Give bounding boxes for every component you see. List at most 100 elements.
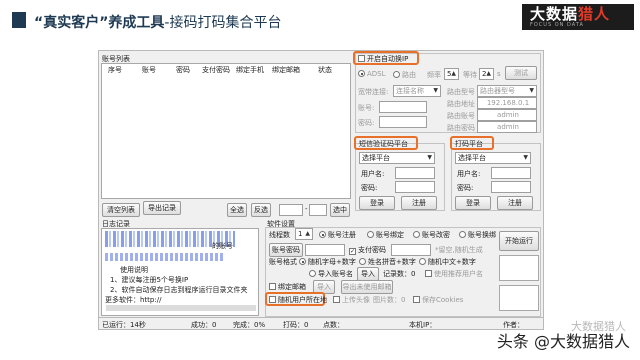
status-run-time: 已运行：14秒 bbox=[102, 321, 146, 329]
upload-avatar-checkbox[interactable]: 上传头像 bbox=[333, 295, 370, 305]
broadband-label: 宽带连接: bbox=[358, 88, 389, 96]
auto-ip-checkbox[interactable]: 开启自动换IP bbox=[358, 54, 408, 64]
captcha-password-label: 密码: bbox=[457, 184, 474, 192]
redacted-log-text bbox=[105, 253, 225, 261]
sms-login-button[interactable]: 登录 bbox=[359, 196, 395, 210]
fmt-pinyin-radio[interactable]: 姓名拼音+数字 bbox=[359, 257, 416, 267]
title-accent-bar bbox=[12, 12, 26, 28]
radio-icon bbox=[359, 258, 366, 265]
log-line: 1、建议每注册5个号换IP bbox=[110, 276, 189, 284]
router-account-label: 路由账号 bbox=[447, 112, 475, 120]
checkbox-icon: ✓ bbox=[349, 248, 356, 255]
log-line: 使用说明 bbox=[120, 266, 148, 274]
status-points: 点数： bbox=[323, 321, 344, 329]
router-password-input[interactable]: admin bbox=[477, 121, 537, 133]
random-location-checkbox[interactable]: 随机用户所在地 bbox=[269, 295, 327, 305]
sms-password-input[interactable] bbox=[395, 181, 435, 193]
captcha-login-button[interactable]: 登录 bbox=[455, 196, 491, 210]
sms-platform-select[interactable]: 选择平台 ▼ bbox=[359, 152, 435, 164]
account-password-button[interactable]: 账号密码 bbox=[269, 243, 303, 257]
checkbox-icon bbox=[425, 270, 432, 277]
side-blank-box bbox=[499, 255, 539, 281]
select-range-button[interactable]: 选中 bbox=[330, 203, 350, 217]
checkbox-icon bbox=[269, 283, 276, 290]
watermark-faint: 大数据猎人 bbox=[571, 320, 626, 333]
router-ip-label: 路由地址 bbox=[447, 100, 475, 108]
checkbox-icon bbox=[269, 296, 276, 303]
export-unused-email-button[interactable]: 导出未使用邮箱 bbox=[341, 280, 393, 294]
app-window: 账号列表 序号 账号 密码 支付密码 绑定手机 绑定邮箱 状态 清空列表 导出记… bbox=[98, 50, 544, 330]
wait-stepper[interactable]: 2 ▲ bbox=[479, 68, 494, 80]
test-button[interactable]: 测试 bbox=[505, 66, 537, 80]
watermark: 大数据猎人 头条 @大数据猎人 bbox=[496, 320, 630, 352]
router-radio[interactable]: 路由 bbox=[393, 70, 416, 80]
range-separator: - bbox=[305, 205, 308, 213]
watermark-text: 头条 @大数据猎人 bbox=[496, 332, 630, 351]
freq-label: 频率 bbox=[427, 71, 441, 79]
freq-stepper[interactable]: 5 ▲ bbox=[444, 68, 459, 80]
brand-logo: 大数据猎人 FOCUS ON DATA bbox=[522, 4, 634, 30]
captcha-password-input[interactable] bbox=[491, 181, 531, 193]
captcha-panel-title: 打码平台 bbox=[455, 140, 483, 148]
fmt-chinese-radio[interactable]: 随机中文+数字 bbox=[419, 257, 476, 267]
invert-selection-button[interactable]: 反选 bbox=[251, 203, 271, 217]
sms-register-button[interactable]: 注册 bbox=[401, 196, 437, 210]
mode-register-radio[interactable]: 账号注册 bbox=[319, 230, 356, 240]
col-status: 状态 bbox=[318, 66, 332, 74]
adsl-radio[interactable]: ADSL bbox=[358, 70, 386, 78]
record-count: 记录数：0 bbox=[383, 270, 416, 278]
log-line: 更多软件：http:// bbox=[105, 296, 162, 304]
router-ip-input[interactable]: 192.168.0.1 bbox=[477, 97, 537, 109]
bind-email-checkbox[interactable]: 绑定邮箱 bbox=[269, 282, 306, 292]
table-header: 序号 账号 密码 支付密码 绑定手机 绑定邮箱 状态 bbox=[102, 64, 350, 76]
col-index: 序号 bbox=[108, 66, 122, 74]
broadband-select[interactable]: 连接名称 ▼ bbox=[393, 85, 441, 97]
save-cookies-checkbox[interactable]: 保存Cookies bbox=[413, 295, 463, 305]
clear-list-button[interactable]: 清空列表 bbox=[102, 203, 140, 217]
log-panel[interactable]: 的账号 使用说明 1、建议每注册5个号换IP 2、软件自动保存日志到程序运行目录… bbox=[101, 228, 259, 316]
range-end-input[interactable] bbox=[309, 204, 327, 216]
slide-title: “真实客户”养成工具-接码打码集合平台 bbox=[34, 12, 281, 32]
use-recommended-checkbox[interactable]: 使用推荐用户名 bbox=[425, 269, 483, 279]
captcha-user-input[interactable] bbox=[491, 167, 531, 179]
router-model-label: 路由型号 bbox=[447, 88, 475, 96]
pay-password-input[interactable] bbox=[391, 244, 431, 256]
status-captcha: 打码：0 bbox=[283, 321, 309, 329]
sms-user-label: 用户名: bbox=[361, 170, 385, 178]
radio-icon bbox=[358, 70, 365, 77]
account-password-input[interactable] bbox=[305, 244, 345, 256]
threads-stepper[interactable]: 1 ▲ bbox=[295, 228, 313, 240]
captcha-register-button[interactable]: 注册 bbox=[497, 196, 533, 210]
log-scrollbar[interactable] bbox=[106, 305, 256, 311]
col-pay-password: 支付密码 bbox=[202, 66, 230, 74]
status-complete: 完成：0% bbox=[233, 321, 266, 329]
range-start-input[interactable] bbox=[279, 204, 303, 216]
captcha-platform-select[interactable]: 选择平台 ▼ bbox=[455, 152, 531, 164]
select-all-button[interactable]: 全选 bbox=[227, 203, 247, 217]
fmt-random-radio[interactable]: 随机字母+数字 bbox=[299, 257, 356, 267]
router-account-input[interactable]: admin bbox=[477, 109, 537, 121]
router-model-select[interactable]: 路由器型号 ▼ bbox=[477, 85, 537, 97]
threads-label: 线程数 bbox=[269, 231, 290, 239]
radio-icon bbox=[299, 258, 306, 265]
captcha-user-label: 用户名: bbox=[457, 170, 481, 178]
import-accounts-button[interactable]: 导入 bbox=[357, 267, 379, 281]
radio-icon bbox=[367, 231, 374, 238]
mode-bind-radio[interactable]: 账号绑定 bbox=[367, 230, 404, 240]
mode-unbind-radio[interactable]: 账号换绑 bbox=[459, 230, 496, 240]
mode-change-radio[interactable]: 账号改密 bbox=[413, 230, 450, 240]
fmt-import-radio[interactable]: 导入账号名 bbox=[309, 269, 353, 279]
export-records-button[interactable]: 导出记录 bbox=[143, 201, 181, 215]
col-account: 账号 bbox=[142, 66, 156, 74]
sms-user-input[interactable] bbox=[395, 167, 435, 179]
pay-password-checkbox[interactable]: ✓ 支付密码 bbox=[349, 245, 386, 255]
start-run-button[interactable]: 开始运行 bbox=[499, 231, 539, 251]
adsl-account-input[interactable] bbox=[379, 101, 427, 113]
slide-title-rest: -接码打码集合平台 bbox=[164, 15, 282, 31]
adsl-password-input[interactable] bbox=[379, 116, 427, 128]
account-table[interactable]: 序号 账号 密码 支付密码 绑定手机 绑定邮箱 状态 bbox=[101, 63, 351, 199]
checkbox-icon bbox=[333, 296, 340, 303]
col-phone: 绑定手机 bbox=[236, 66, 264, 74]
sms-panel-title: 短信验证码平台 bbox=[359, 140, 408, 148]
slide-title-bold: “真实客户”养成工具 bbox=[34, 15, 165, 31]
